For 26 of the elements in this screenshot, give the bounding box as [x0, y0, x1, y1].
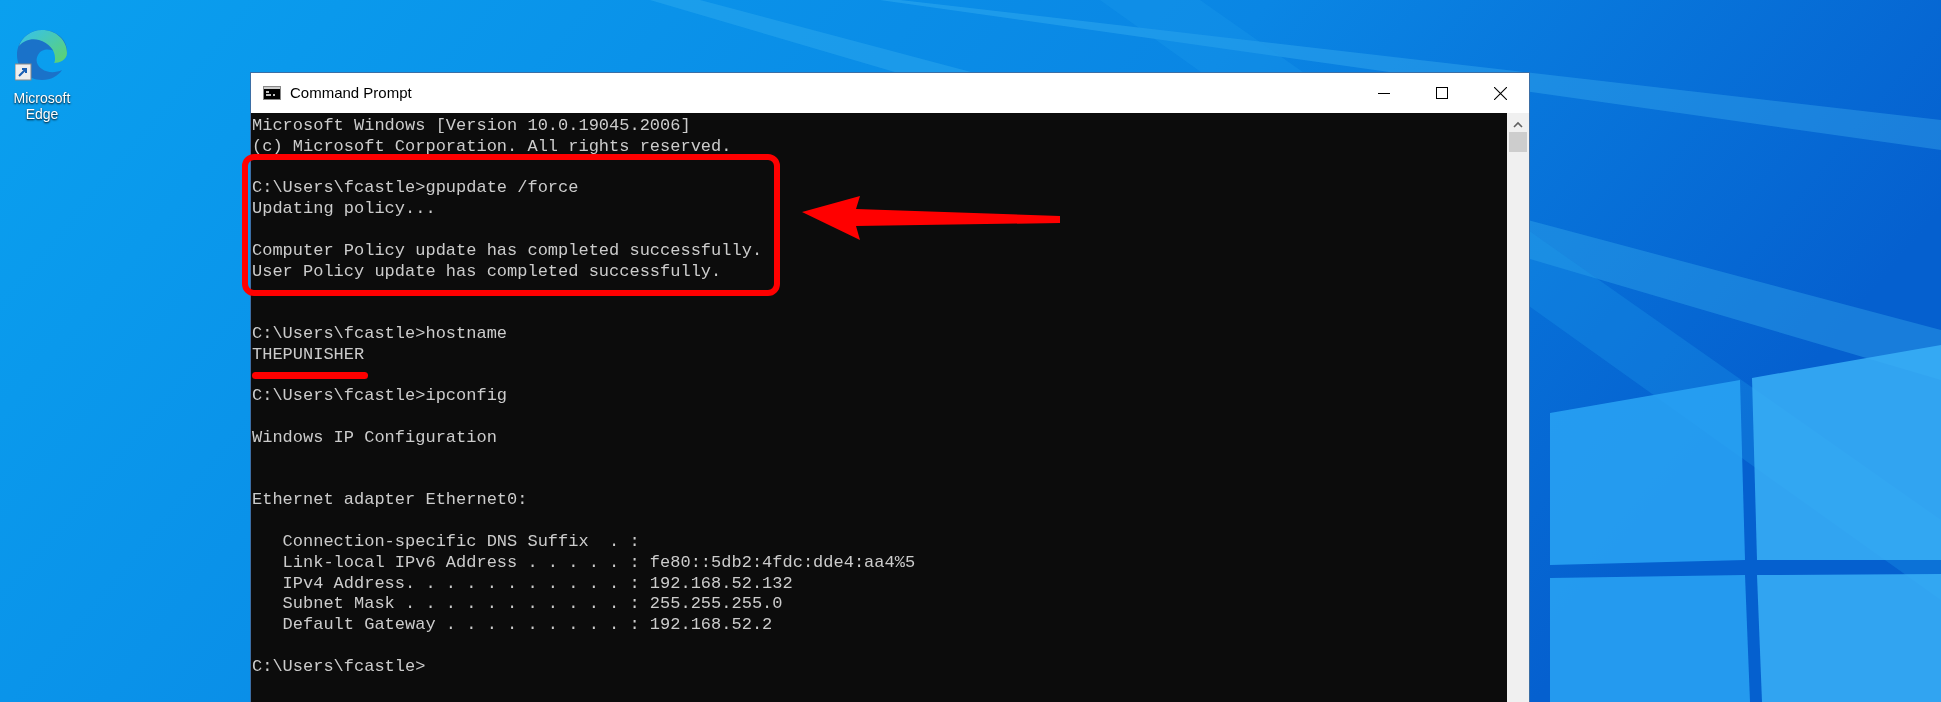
console-line: C:\Users\fcastle>ipconfig [252, 386, 508, 408]
window-title: Command Prompt [290, 82, 412, 103]
browser-icon[interactable] [15, 28, 69, 82]
icon-label: Microsoft Edge [12, 90, 72, 122]
console-line: C:\Users\fcastle> [252, 656, 426, 678]
console-line: C:\Users\fcastle>gpupdate /force [252, 178, 579, 200]
maximize-icon [1436, 87, 1448, 99]
console-line: Link-local IPv6 Address . . . . . : fe80::5db2:4fdc:dde4:aa4%5 [281, 552, 916, 574]
console-line: THEPUNISHER [252, 344, 365, 366]
console-line: Windows IP Configuration [252, 427, 497, 449]
console-line: Subnet Mask . . . . . . . . . . . : 255.255.255.0 [281, 594, 783, 616]
scrollbar[interactable] [1507, 113, 1529, 702]
console-line: Microsoft Windows [Version 10.0.19045.2006] [252, 116, 691, 137]
scroll-up-icon[interactable] [1513, 121, 1523, 128]
console-line: IPv4 Address. . . . . . . . . . . : 192.168.52.132 [281, 573, 793, 595]
close-icon [1493, 86, 1507, 100]
console-line: Updating policy... [252, 199, 436, 220]
console-line: (c) Microsoft Corporation. All rights reserved. [252, 136, 732, 158]
console-line: Default Gateway . . . . . . . . . : 192.168.52.2 [281, 615, 773, 636]
console-line: User Policy update has completed successfully. [252, 261, 722, 283]
console-line: C:\Users\fcastle>hostname [252, 323, 508, 345]
scrollbar-thumb[interactable] [1509, 132, 1527, 152]
console-icon [263, 86, 281, 100]
console-line: Connection-specific DNS Suffix . : [281, 531, 640, 553]
console-line: Computer Policy update has completed successfully. [252, 240, 763, 262]
console-line: Ethernet adapter Ethernet0: [252, 490, 528, 512]
